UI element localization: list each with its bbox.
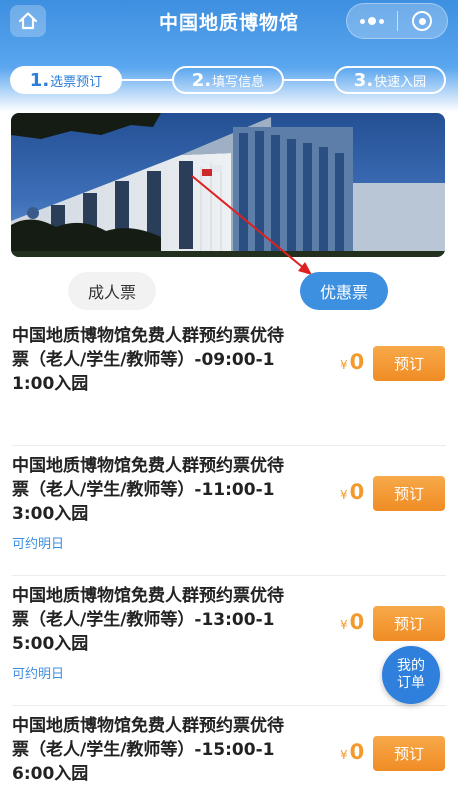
price-amount: 0 — [349, 350, 365, 374]
currency-symbol: ¥ — [340, 358, 348, 372]
ticket-price: ¥ 0 — [340, 350, 364, 374]
ticket-name: 中国地质博物馆免费人群预约票优待票（老人/学生/教师等）-09:00-11:00… — [12, 326, 284, 394]
my-orders-label-line1: 我的 — [397, 658, 425, 674]
book-button[interactable]: 预订 — [373, 476, 445, 511]
ticket-item: 中国地质博物馆免费人群预约票优待票（老人/学生/教师等）-09:00-11:00… — [12, 316, 446, 446]
book-button[interactable]: 预订 — [373, 606, 445, 641]
ticket-item: 中国地质博物馆免费人群预约票优待票（老人/学生/教师等）-11:00-13:00… — [12, 446, 446, 576]
book-button[interactable]: 预订 — [373, 346, 445, 381]
ticket-name: 中国地质博物馆免费人群预约票优待票（老人/学生/教师等）-13:00-15:00… — [12, 586, 284, 654]
ticket-item: 中国地质博物馆免费人群预约票优待票（老人/学生/教师等）-13:00-15:00… — [12, 576, 446, 706]
price-amount: 0 — [349, 610, 365, 634]
ticket-price: ¥ 0 — [340, 740, 364, 764]
ticket-price: ¥ 0 — [340, 480, 364, 504]
my-orders-button[interactable]: 我的 订单 — [382, 646, 440, 704]
currency-symbol: ¥ — [340, 618, 348, 632]
tab-discount-ticket[interactable]: 优惠票 — [300, 272, 388, 310]
currency-symbol: ¥ — [340, 748, 348, 762]
ticket-list: 中国地质博物馆免费人群预约票优待票（老人/学生/教师等）-09:00-11:00… — [0, 316, 458, 798]
price-amount: 0 — [349, 480, 365, 504]
availability-note: 可约明日 — [12, 667, 65, 682]
book-button[interactable]: 预订 — [373, 736, 445, 771]
ticket-item: 中国地质博物馆免费人群预约票优待票（老人/学生/教师等）-15:00-16:00… — [12, 706, 446, 798]
price-amount: 0 — [349, 740, 365, 764]
ticket-price: ¥ 0 — [340, 610, 364, 634]
ticket-name: 中国地质博物馆免费人群预约票优待票（老人/学生/教师等）-11:00-13:00… — [12, 456, 284, 524]
currency-symbol: ¥ — [340, 488, 348, 502]
ticket-name: 中国地质博物馆免费人群预约票优待票（老人/学生/教师等）-15:00-16:00… — [12, 716, 284, 784]
ticket-type-tabs: 成人票 优惠票 — [0, 272, 458, 312]
tab-adult-ticket[interactable]: 成人票 — [68, 272, 156, 310]
availability-note: 可约明日 — [12, 537, 65, 552]
my-orders-label-line2: 订单 — [397, 675, 425, 691]
